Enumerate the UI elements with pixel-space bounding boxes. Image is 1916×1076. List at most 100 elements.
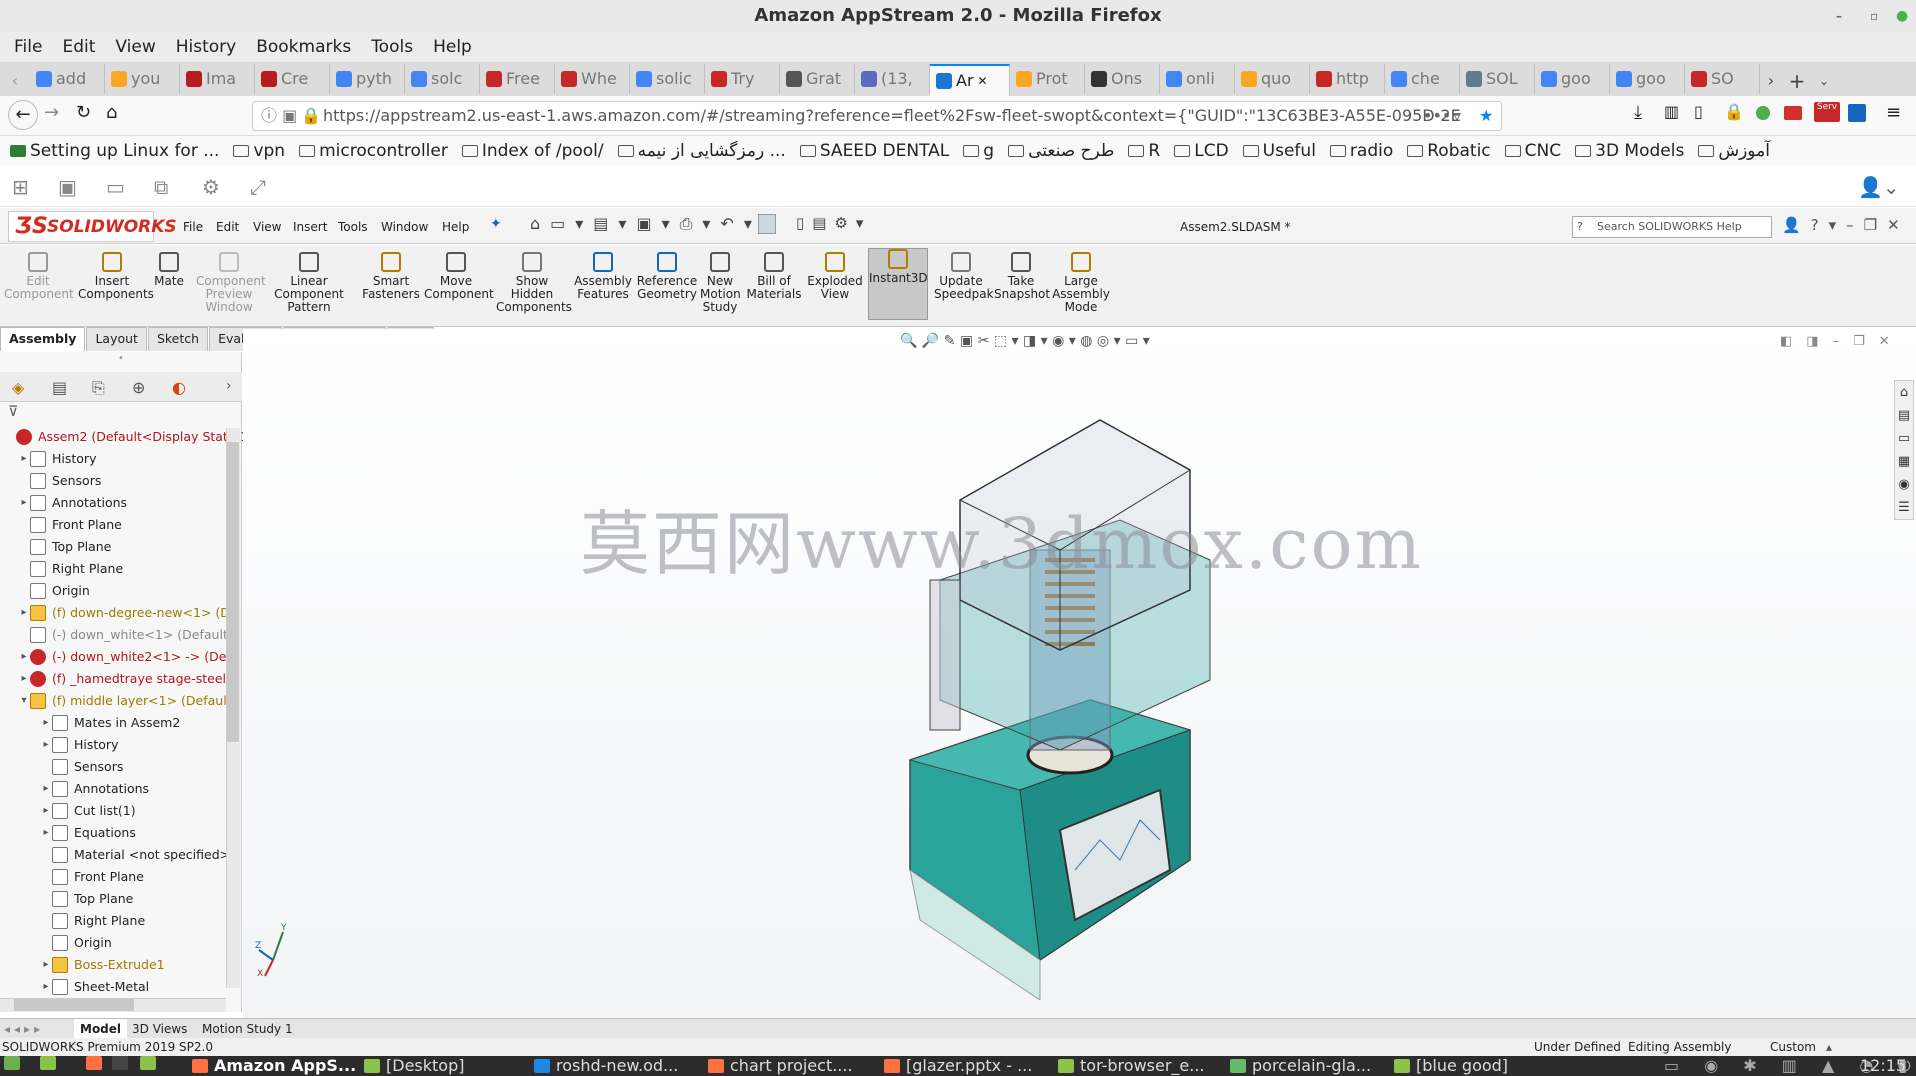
cmd-smart-fasteners[interactable]: Smart Fasteners [358,252,424,301]
tree-scroll-thumb[interactable] [227,442,239,742]
pin-icon[interactable]: ✦ [490,216,502,232]
tree-item[interactable]: Top Plane [18,536,111,558]
extension-hd-icon[interactable] [1784,106,1802,120]
tab-10[interactable]: Grat [780,64,855,94]
tabs-more-icon[interactable]: › [226,378,232,394]
extension-blue-icon[interactable] [1848,104,1866,122]
tab-4[interactable]: pyth [330,64,405,94]
menu-tools[interactable]: Tools [363,32,421,62]
menu-help[interactable]: Help [425,32,480,62]
tree-item[interactable]: ▸ Mates in Assem2 [40,712,180,734]
viewport-window-controls[interactable]: ◧◨–❐✕ [1780,334,1904,349]
units-dropdown-icon[interactable]: ▴ [1826,1038,1832,1056]
tree-item[interactable]: ▸ (f) _hamedtraye stage-steel< [18,668,236,690]
tab-nav-arrows-icon[interactable]: ◂◂▸▸ [4,1019,44,1039]
taskbar-item-7[interactable]: [blue good] [1394,1056,1508,1076]
task-pane-tabs[interactable]: ⌂ ▤ ▭ ▦ ◉ ☰ [1894,380,1914,520]
pocket-icon[interactable]: ▿ [1453,102,1461,130]
desktop-icon[interactable] [40,1056,56,1070]
bookmark-3[interactable]: Index of /pool/ [461,136,604,166]
tree-item[interactable]: Right Plane [18,558,123,580]
heads-up-view-toolbar[interactable]: 🔍 🔎 ✎ ▣ ✂ ⬚ ▾ ◨ ▾ ◉ ▾ ◍ ◎ ▾ ▭ ▾ [900,333,1150,349]
reload-icon[interactable]: ↻ [76,102,91,123]
tab-close-icon[interactable]: ✕ [978,66,988,96]
taskbar-item-6[interactable]: porcelain-gla... [1230,1056,1371,1076]
expand-arrow-icon[interactable]: ▸ [40,954,52,976]
tab-14[interactable]: Ons [1085,64,1160,94]
firefox-launcher-icon[interactable] [86,1056,102,1070]
tab-9[interactable]: Try [705,64,780,94]
terminal-icon[interactable] [112,1056,128,1070]
taskbar-item-2[interactable]: roshd-new.od... [534,1056,678,1076]
tab-17[interactable]: http [1310,64,1385,94]
bookmark-15[interactable]: آموزش [1698,136,1770,166]
start-menu-icon[interactable] [4,1056,20,1070]
tree-item[interactable]: ▸ (f) down-degree-new<1> (D [18,602,230,624]
taskbar-item-1[interactable]: [Desktop] [364,1056,464,1076]
expand-arrow-icon[interactable]: ▸ [40,778,52,800]
bookmark-13[interactable]: CNC [1504,136,1561,166]
tree-hscroll-thumb[interactable] [14,999,134,1011]
cmd-mate[interactable]: Mate [150,252,188,288]
fullscreen-icon[interactable]: ⤢ [250,175,266,199]
tab-1[interactable]: you [105,64,180,94]
tab-3[interactable]: Cre [255,64,330,94]
bookmark-star-icon[interactable]: ★ [1479,102,1493,130]
sw-menu-window[interactable]: Window [381,220,428,234]
panel-grip[interactable]: • [0,353,242,371]
tree-item[interactable]: Sensors [40,756,123,778]
tree-item[interactable]: ▸ Cut list(1) [40,800,136,822]
forward-icon[interactable]: → [44,102,59,123]
folder-icon[interactable]: ▭ [106,175,125,199]
sw-menu-help[interactable]: Help [442,220,469,234]
sw-menu-insert[interactable]: Insert [293,220,327,234]
windows-icon[interactable]: ▣ [58,175,77,199]
bookmark-6[interactable]: g [963,136,994,166]
bookmark-0[interactable]: Setting up Linux for ... [10,136,219,166]
tree-item[interactable]: Right Plane [40,910,145,932]
cmd-exploded-view[interactable]: Exploded View [806,252,864,301]
menu-view[interactable]: View [107,32,163,62]
cm-tab-layout[interactable]: Layout [86,327,147,351]
feature-tree-tab-icon[interactable]: ◈ [12,378,24,397]
tree-item[interactable]: (-) down_white<1> (Default) [18,624,233,646]
property-manager-tab-icon[interactable]: ▤ [52,378,67,397]
expand-arrow-icon[interactable]: ▸ [40,800,52,822]
expand-arrow-icon[interactable]: ▸ [18,602,30,624]
back-icon[interactable]: ← [8,100,38,130]
taskbar-item-5[interactable]: tor-browser_e... [1058,1056,1205,1076]
expand-arrow-icon[interactable]: ▸ [40,976,52,998]
tab-21[interactable]: goo [1610,64,1685,94]
tab-12[interactable]: Ar ✕ [930,64,1010,96]
url-bar[interactable]: ⓘ ▣ 🔒 https://appstream2.us-east-1.aws.a… [252,101,1502,131]
sw-menu-file[interactable]: File [183,220,203,234]
tree-item[interactable]: Top Plane [40,888,133,910]
solidworks-logo[interactable]: ƷS SOLIDWORKS [8,211,177,242]
cmd-bill-of-materials[interactable]: Bill of Materials [744,252,804,301]
expand-arrow-icon[interactable]: ▸ [18,492,30,514]
extension-serv-icon[interactable]: Serv [1814,102,1840,122]
tab-8[interactable]: solic [630,64,705,94]
tree-item[interactable]: ▸ Equations [40,822,136,844]
bookmark-1[interactable]: vpn [233,136,285,166]
cmd-insert-components[interactable]: Insert Components [78,252,154,301]
bookmark-12[interactable]: Robatic [1407,136,1491,166]
tree-item[interactable]: ▸ History [18,448,96,470]
sw-menu-edit[interactable]: Edit [216,220,239,234]
config-manager-tab-icon[interactable]: ⎘ [92,378,105,398]
cmd-reference-geometry[interactable]: Reference Geometry [636,252,698,301]
menu-file[interactable]: File [6,32,50,62]
expand-arrow-icon[interactable]: ▸ [40,734,52,756]
tree-item[interactable]: Sensors [18,470,101,492]
new-tab-icon[interactable]: + [1782,66,1812,96]
expand-arrow-icon[interactable]: ▸ [18,668,30,690]
tab-22[interactable]: SO [1685,64,1760,94]
cmd-show-hidden-components[interactable]: Show Hidden Components [496,252,572,314]
tree-item[interactable]: ▸ Annotations [40,778,149,800]
maximize-icon[interactable]: ▫ [1870,0,1878,32]
tree-item[interactable]: ▸ Annotations [18,492,127,514]
bookmark-9[interactable]: LCD [1174,136,1229,166]
settings-gear-icon[interactable]: ⚙ [202,175,220,199]
bookmark-11[interactable]: radio [1329,136,1393,166]
lock-extension-icon[interactable]: 🔒 [1724,102,1744,121]
